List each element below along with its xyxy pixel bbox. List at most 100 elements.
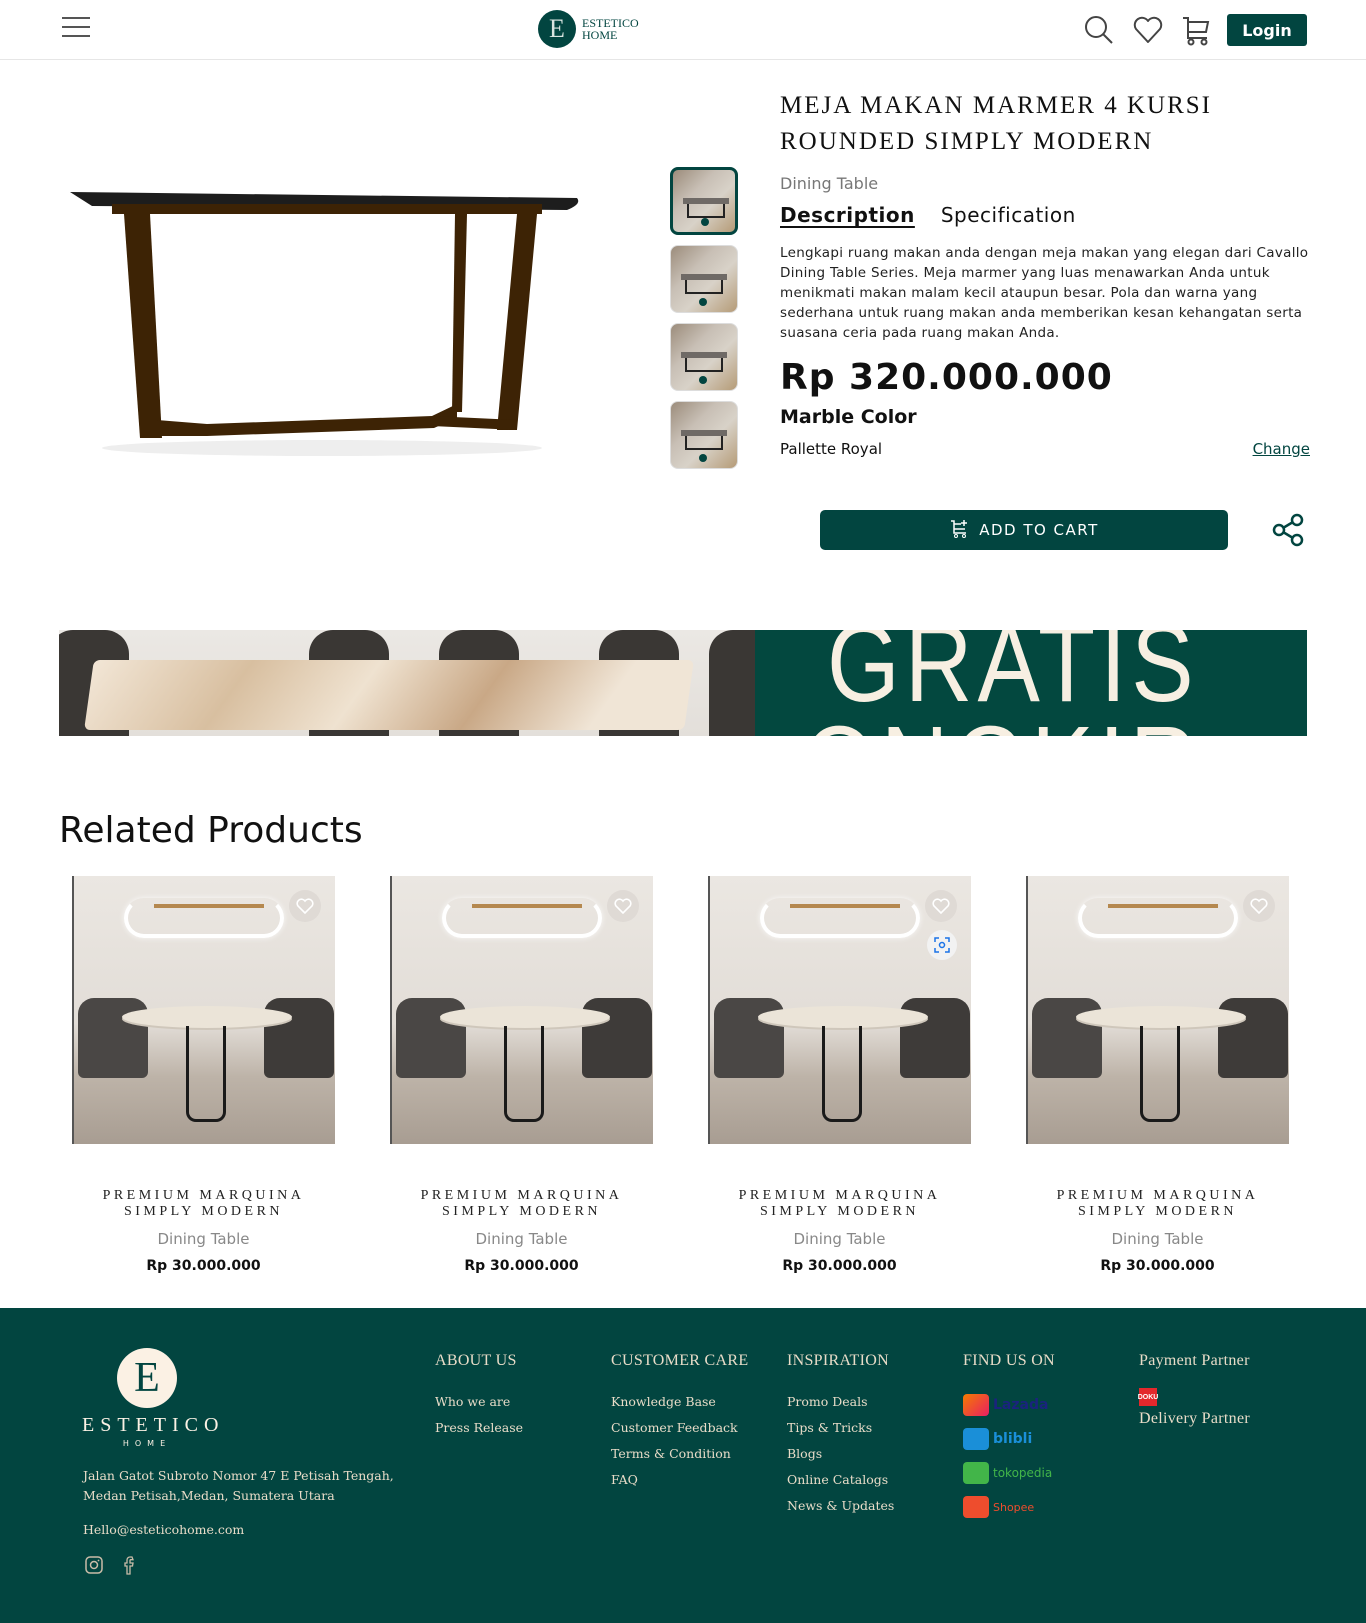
facebook-icon[interactable] <box>119 1554 141 1576</box>
product-card-name: PREMIUM MARQUINA SIMPLY MODERN <box>1056 1188 1259 1219</box>
product-card[interactable]: PREMIUM MARQUINA SIMPLY MODERN Dining Tab… <box>708 876 971 1274</box>
footer-link-blogs[interactable]: Blogs <box>787 1446 894 1461</box>
tokopedia-icon <box>963 1462 989 1484</box>
tab-description[interactable]: Description <box>780 203 915 227</box>
instagram-icon[interactable] <box>83 1554 105 1576</box>
logo-mark: E <box>538 10 576 48</box>
product-card-category: Dining Table <box>157 1230 250 1248</box>
product-card-name: PREMIUM MARQUINA SIMPLY MODERN <box>102 1188 305 1219</box>
footer-link-faq[interactable]: FAQ <box>611 1472 748 1487</box>
shopee-icon <box>963 1496 989 1518</box>
footer-col-about: ABOUT US Who we are Press Release <box>435 1352 523 1446</box>
footer-col-partners: Payment Partner DOKU Delivery Partner <box>1138 1352 1250 1452</box>
product-card-price: Rp 30.000.000 <box>782 1258 897 1274</box>
banner-text-panel: GRATIS ONGKIR <box>755 630 1307 736</box>
footer-link-press-release[interactable]: Press Release <box>435 1420 523 1435</box>
footer-payment-title: Payment Partner <box>1139 1352 1250 1369</box>
product-card-price: Rp 30.000.000 <box>1100 1258 1215 1274</box>
banner-image <box>59 630 755 736</box>
social-links <box>83 1554 141 1576</box>
lazada-icon <box>963 1394 989 1416</box>
footer-brand-sub: HOME <box>122 1439 172 1448</box>
product-title-line2: ROUNDED SIMPLY MODERN <box>780 128 1154 155</box>
product-card-name: PREMIUM MARQUINA SIMPLY MODERN <box>738 1188 941 1219</box>
store-blibli[interactable]: blibli <box>963 1428 1055 1450</box>
share-icon[interactable] <box>1270 512 1306 548</box>
product-card-category: Dining Table <box>1111 1230 1204 1248</box>
product-card-image[interactable] <box>1026 876 1289 1144</box>
wishlist-heart-icon[interactable] <box>1132 14 1164 46</box>
store-shopee[interactable]: Shopee <box>963 1496 1055 1518</box>
tab-specification[interactable]: Specification <box>941 203 1076 227</box>
product-card-price: Rp 30.000.000 <box>146 1258 261 1274</box>
footer-link-tips-tricks[interactable]: Tips & Tricks <box>787 1420 894 1435</box>
product-category: Dining Table <box>780 174 879 193</box>
product-description: Lengkapi ruang makan anda dengan meja ma… <box>780 245 1309 341</box>
store-lazada[interactable]: Lazada <box>963 1394 1055 1416</box>
thumbnail-4[interactable] <box>670 401 738 469</box>
related-products-title: Related Products <box>59 810 363 851</box>
product-main-image[interactable] <box>62 180 582 460</box>
footer-logo[interactable]: E ESTETICO HOME <box>82 1348 218 1448</box>
footer-logo-mark: E <box>117 1348 177 1408</box>
thumbnail-list <box>670 167 738 479</box>
product-card-image[interactable] <box>708 876 971 1144</box>
footer-link-knowledge-base[interactable]: Knowledge Base <box>611 1394 748 1409</box>
doku-logo-icon: DOKU <box>1138 1388 1158 1406</box>
footer-col-care: CUSTOMER CARE Knowledge Base Customer Fe… <box>611 1352 748 1498</box>
search-icon[interactable] <box>1083 14 1115 46</box>
wishlist-heart-icon[interactable] <box>289 890 321 922</box>
option-value: Pallette Royal <box>780 440 883 458</box>
footer-about-title: ABOUT US <box>435 1352 517 1369</box>
product-card-image[interactable] <box>390 876 653 1144</box>
footer-col-inspiration: INSPIRATION Promo Deals Tips & Tricks Bl… <box>787 1352 894 1524</box>
footer-email[interactable]: Hello@esteticohome.com <box>83 1522 244 1537</box>
thumbnail-1[interactable] <box>670 167 738 235</box>
footer-care-title: CUSTOMER CARE <box>611 1352 749 1369</box>
product-card-image[interactable] <box>72 876 335 1144</box>
option-row: Pallette Royal Change <box>780 440 1310 458</box>
option-label: Marble Color <box>780 406 917 428</box>
add-to-cart-label: ADD TO CART <box>979 521 1099 539</box>
footer-find-us-title: FIND US ON <box>963 1352 1055 1369</box>
site-header: E ESTETICO HOME Login <box>0 0 1366 60</box>
product-card-price: Rp 30.000.000 <box>464 1258 579 1274</box>
cart-icon[interactable] <box>1180 14 1212 46</box>
product-price: Rp 320.000.000 <box>780 357 1113 398</box>
footer-link-terms[interactable]: Terms & Condition <box>611 1446 748 1461</box>
product-title: MEJA MAKAN MARMER 4 KURSI ROUNDED SIMPLY… <box>780 88 1310 160</box>
menu-hamburger-icon[interactable] <box>62 17 90 41</box>
thumbnail-3[interactable] <box>670 323 738 391</box>
footer-delivery-title: Delivery Partner <box>1139 1410 1250 1427</box>
blibli-icon <box>963 1428 989 1450</box>
footer-link-online-catalogs[interactable]: Online Catalogs <box>787 1472 894 1487</box>
product-card[interactable]: PREMIUM MARQUINA SIMPLY MODERN Dining Tab… <box>1026 876 1289 1274</box>
logo-line2: HOME <box>582 28 618 42</box>
product-card[interactable]: PREMIUM MARQUINA SIMPLY MODERN Dining Tab… <box>390 876 653 1274</box>
footer-link-customer-feedback[interactable]: Customer Feedback <box>611 1420 748 1435</box>
login-button[interactable]: Login <box>1227 14 1307 46</box>
promo-banner[interactable]: GRATIS ONGKIR <box>59 630 1307 736</box>
product-card-category: Dining Table <box>793 1230 886 1248</box>
wishlist-heart-icon[interactable] <box>1243 890 1275 922</box>
add-cart-icon <box>949 518 969 542</box>
product-card-name: PREMIUM MARQUINA SIMPLY MODERN <box>420 1188 623 1219</box>
site-logo[interactable]: E ESTETICO HOME <box>538 10 639 48</box>
thumbnail-2[interactable] <box>670 245 738 313</box>
site-footer: E ESTETICO HOME Jalan Gatot Subroto Nomo… <box>0 1308 1366 1623</box>
change-option-link[interactable]: Change <box>1253 440 1310 458</box>
product-card-category: Dining Table <box>475 1230 568 1248</box>
footer-inspiration-title: INSPIRATION <box>787 1352 889 1369</box>
footer-link-news-updates[interactable]: News & Updates <box>787 1498 894 1513</box>
wishlist-heart-icon[interactable] <box>925 890 957 922</box>
visual-search-lens-icon[interactable] <box>927 930 957 960</box>
product-card[interactable]: PREMIUM MARQUINA SIMPLY MODERN Dining Tab… <box>72 876 335 1274</box>
footer-link-promo-deals[interactable]: Promo Deals <box>787 1394 894 1409</box>
store-tokopedia[interactable]: tokopedia <box>963 1462 1055 1484</box>
related-products-grid: PREMIUM MARQUINA SIMPLY MODERN Dining Tab… <box>72 876 1292 1274</box>
footer-link-who-we-are[interactable]: Who we are <box>435 1394 523 1409</box>
wishlist-heart-icon[interactable] <box>607 890 639 922</box>
product-info: MEJA MAKAN MARMER 4 KURSI ROUNDED SIMPLY… <box>780 88 1310 458</box>
add-to-cart-button[interactable]: ADD TO CART <box>820 510 1228 550</box>
footer-col-find-us: FIND US ON Lazada blibli tokopedia Shope… <box>963 1352 1055 1530</box>
